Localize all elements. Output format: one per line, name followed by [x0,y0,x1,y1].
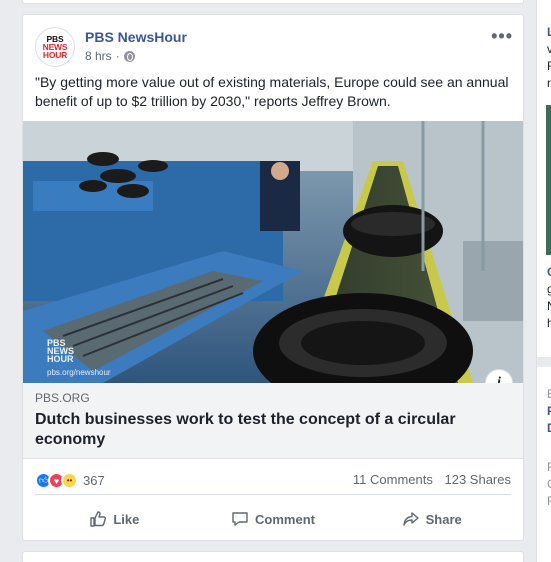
post-header: PBS NEWS HOUR PBS NewsHour 8 hrs · ••• [35,27,513,71]
reactions-summary[interactable]: 👍︎ ♥ •• 367 [35,472,105,489]
meta-separator: · [115,49,120,63]
link-title[interactable]: Dutch businesses work to test the concep… [35,410,511,450]
pbs-newshour-logo: PBS NEWS HOUR [42,34,68,60]
sidebar-text: C [547,477,551,491]
link-domain: PBS.ORG [35,391,90,405]
more-options-icon[interactable]: ••• [491,27,513,45]
like-button[interactable]: Like [35,503,194,535]
post-timestamp[interactable]: 8 hrs [85,49,112,63]
share-label: Share [425,511,462,527]
comment-label: Comment [255,511,315,527]
previous-post-card-edge [22,0,524,4]
sidebar-text: F [547,494,551,508]
wow-reaction-icon: •• [61,472,78,489]
post-stats: 👍︎ ♥ •• 367 11 Comments 123 Shares [35,467,511,495]
post-text: "By getting more value out of existing m… [35,74,509,109]
factory-scene-illustration [23,121,523,383]
share-arrow-icon [402,512,419,526]
thumbs-up-icon [90,511,107,527]
comments-count[interactable]: 11 Comments [353,472,433,487]
link-preview-info[interactable]: PBS.ORG Dutch businesses work to test th… [23,383,523,459]
sidebar-text[interactable]: L [547,25,551,39]
right-sidebar-edge: L v F r G g N h E F D F C F [536,0,551,562]
sidebar-text: r [547,76,551,90]
sidebar-text: v [547,42,551,56]
sidebar-text[interactable]: F [547,404,551,418]
sidebar-text: F [547,460,551,474]
sidebar-text: N [547,299,551,313]
sidebar-text: E [547,387,551,401]
video-watermark-url: pbs.org/newshour [47,368,111,377]
page-name-link[interactable]: PBS NewsHour [85,29,187,45]
share-button[interactable]: Share [352,503,511,535]
post-card: PBS NEWS HOUR PBS NewsHour 8 hrs · ••• "… [22,14,524,541]
sidebar-text: F [547,59,551,73]
sidebar-text: h [547,316,551,330]
sidebar-text[interactable]: G [547,265,551,279]
like-label: Like [113,511,140,527]
link-preview-image[interactable]: PBS NEWS HOUR pbs.org/newshour i [23,121,523,383]
page-avatar[interactable]: PBS NEWS HOUR [35,27,75,67]
engagement-counts: 11 Comments 123 Shares [345,472,511,487]
shares-count[interactable]: 123 Shares [445,472,512,487]
sidebar-divider [537,357,551,367]
globe-icon [123,50,135,62]
comment-button[interactable]: Comment [194,503,353,535]
sidebar-text[interactable]: D [547,421,551,435]
sidebar-thumbnail[interactable] [546,105,551,255]
post-actions: Like Comment Share [35,503,511,535]
reaction-count: 367 [83,473,105,488]
comment-icon [232,512,248,526]
post-meta: 8 hrs · [85,49,135,63]
next-post-card-edge [22,551,524,562]
sidebar-text: g [547,282,551,296]
video-watermark-logo: PBS NEWS HOUR [47,338,74,364]
